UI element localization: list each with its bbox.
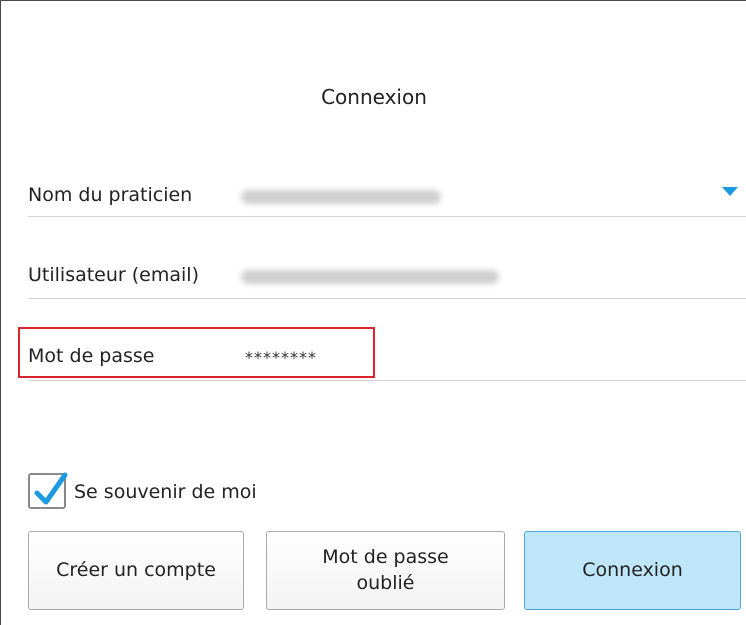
password-underline [28,380,746,381]
password-highlight-box [18,327,375,378]
practitioner-label: Nom du praticien [28,184,193,206]
forgot-password-label: Mot de passe oublié [322,545,449,594]
practitioner-select[interactable] [241,190,441,204]
login-button[interactable]: Connexion [524,531,741,610]
remember-me-checkbox[interactable] [28,472,68,509]
user-label: Utilisateur (email) [28,264,199,286]
forgot-password-button[interactable]: Mot de passe oublié [266,531,505,610]
dropdown-arrow-icon[interactable] [722,187,738,196]
checkmark-icon [34,472,68,505]
create-account-label: Créer un compte [56,558,216,581]
login-button-label: Connexion [582,558,683,581]
dialog-title: Connexion [321,85,427,109]
remember-me-label: Se souvenir de moi [74,481,257,503]
practitioner-underline [28,216,746,217]
create-account-button[interactable]: Créer un compte [28,531,244,610]
user-email-input[interactable] [241,270,499,284]
user-underline [28,298,746,299]
login-dialog: Connexion Nom du praticien Utilisateur (… [0,0,746,625]
